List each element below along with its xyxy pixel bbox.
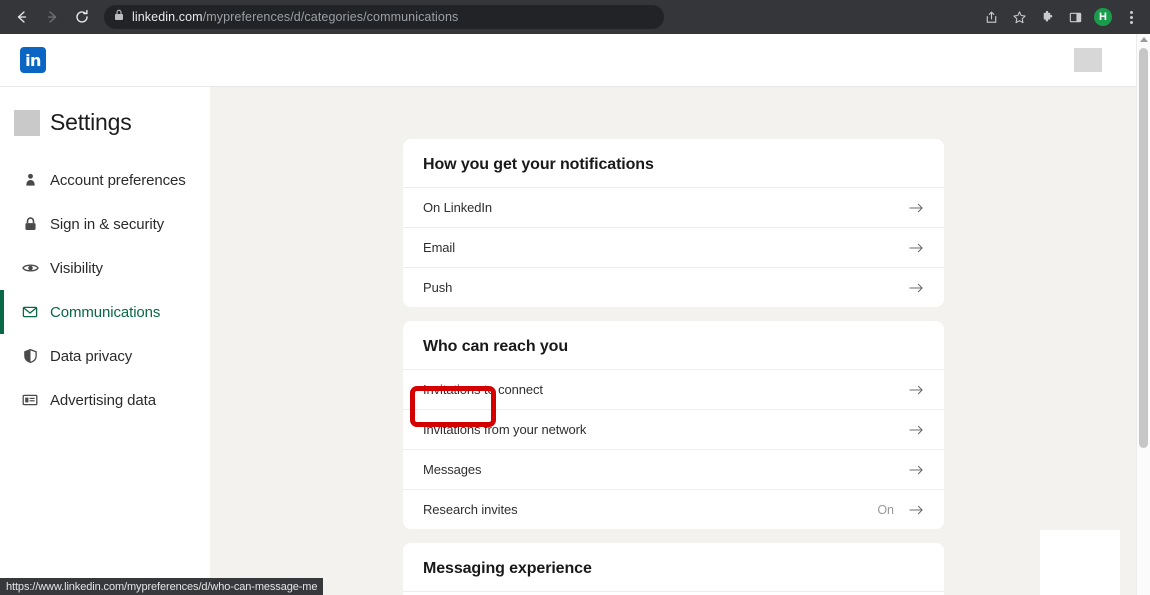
chevron-right-icon bbox=[908, 424, 924, 436]
url-path: /mypreferences/d/categories/communicatio… bbox=[202, 10, 459, 24]
settings-row-invitations-from-your-network[interactable]: Invitations from your network bbox=[403, 409, 944, 449]
settings-sidebar: Settings Account preferences Sign in & s… bbox=[0, 87, 210, 595]
browser-toolbar-actions: H bbox=[978, 0, 1144, 34]
sidebar-item-data-privacy[interactable]: Data privacy bbox=[0, 334, 210, 378]
page-scrollbar[interactable] bbox=[1136, 34, 1150, 595]
profile-avatar[interactable]: H bbox=[1090, 4, 1116, 30]
settings-nav-list: Account preferences Sign in & security V… bbox=[0, 158, 210, 422]
page-viewport: in Settings Account preferences Sign in … bbox=[0, 34, 1150, 595]
url-text: linkedin.com/mypreferences/d/categories/… bbox=[132, 10, 458, 24]
share-icon[interactable] bbox=[978, 4, 1004, 30]
sidebar-item-communications[interactable]: Communications bbox=[0, 290, 210, 334]
lock-icon bbox=[114, 8, 124, 26]
row-value: On bbox=[877, 502, 894, 517]
settings-row-research-invites[interactable]: Research invites On bbox=[403, 489, 944, 529]
chevron-right-icon bbox=[908, 242, 924, 254]
url-domain: linkedin.com bbox=[132, 10, 203, 24]
eye-icon bbox=[20, 260, 40, 276]
settings-row-push[interactable]: Push bbox=[403, 267, 944, 307]
row-label: Messages bbox=[423, 462, 482, 477]
back-button[interactable] bbox=[8, 3, 36, 31]
row-label: On LinkedIn bbox=[423, 200, 493, 215]
chevron-right-icon bbox=[908, 384, 924, 396]
reload-icon bbox=[76, 9, 88, 23]
sidebar-item-visibility[interactable]: Visibility bbox=[0, 246, 210, 290]
side-panel-icon[interactable] bbox=[1062, 4, 1088, 30]
status-bar-link-preview: https://www.linkedin.com/mypreferences/d… bbox=[0, 578, 324, 595]
settings-row-messages[interactable]: Messages bbox=[403, 449, 944, 489]
chevron-right-icon bbox=[908, 282, 924, 294]
linkedin-global-nav: in bbox=[0, 34, 1136, 87]
settings-header: Settings bbox=[0, 87, 210, 136]
forward-button[interactable] bbox=[38, 3, 66, 31]
sidebar-item-label: Communications bbox=[50, 303, 161, 321]
row-label: Email bbox=[423, 240, 456, 255]
row-label: Invitations to connect bbox=[423, 382, 543, 397]
person-icon bbox=[20, 172, 40, 188]
sidebar-item-label: Sign in & security bbox=[50, 215, 165, 233]
sidebar-item-label: Visibility bbox=[50, 259, 103, 277]
settings-cards-column: How you get your notifications On Linked… bbox=[403, 139, 944, 595]
sidebar-item-label: Data privacy bbox=[50, 347, 133, 365]
settings-avatar-placeholder bbox=[14, 109, 40, 136]
list-card-icon bbox=[20, 392, 40, 408]
chevron-right-icon bbox=[908, 504, 924, 516]
avatar: H bbox=[1094, 8, 1112, 26]
linkedin-logo[interactable]: in bbox=[20, 47, 46, 73]
card-title: Messaging experience bbox=[423, 560, 592, 577]
bookmark-star-icon[interactable] bbox=[1006, 4, 1032, 30]
side-widget-card bbox=[1040, 530, 1120, 595]
scroll-up-arrow-icon[interactable] bbox=[1140, 37, 1148, 42]
card-title: How you get your notifications bbox=[423, 156, 654, 173]
settings-row-on-linkedin[interactable]: On LinkedIn bbox=[403, 187, 944, 227]
settings-row-read-receipts-typing-indicators[interactable]: Read receipts and typing indicators bbox=[403, 591, 944, 595]
nav-placeholder-box bbox=[1074, 48, 1102, 72]
shield-icon bbox=[20, 348, 40, 364]
card-title: Who can reach you bbox=[423, 338, 568, 355]
row-label: Invitations from your network bbox=[423, 422, 587, 437]
chevron-right-icon bbox=[908, 464, 924, 476]
card-messaging-experience: Messaging experience Read receipts and t… bbox=[403, 543, 944, 595]
settings-main-content: How you get your notifications On Linked… bbox=[210, 87, 1136, 595]
row-label: Research invites bbox=[423, 502, 518, 517]
card-how-you-get-notifications: How you get your notifications On Linked… bbox=[403, 139, 944, 307]
address-bar[interactable]: linkedin.com/mypreferences/d/categories/… bbox=[104, 5, 664, 29]
reload-button[interactable] bbox=[68, 3, 96, 31]
sidebar-item-label: Advertising data bbox=[50, 391, 156, 409]
sidebar-item-label: Account preferences bbox=[50, 171, 186, 189]
sidebar-item-advertising-data[interactable]: Advertising data bbox=[0, 378, 210, 422]
row-label: Push bbox=[423, 280, 453, 295]
lock-icon bbox=[20, 216, 40, 232]
settings-row-email[interactable]: Email bbox=[403, 227, 944, 267]
three-dot-menu-icon[interactable] bbox=[1118, 4, 1144, 30]
sidebar-item-sign-in-security[interactable]: Sign in & security bbox=[0, 202, 210, 246]
chevron-right-icon bbox=[908, 202, 924, 214]
envelope-icon bbox=[20, 304, 40, 320]
card-who-can-reach-you: Who can reach you Invitations to connect… bbox=[403, 321, 944, 529]
settings-row-invitations-to-connect[interactable]: Invitations to connect bbox=[403, 369, 944, 409]
scrollbar-thumb[interactable] bbox=[1139, 48, 1148, 448]
sidebar-item-account-preferences[interactable]: Account preferences bbox=[0, 158, 210, 202]
page-title: Settings bbox=[50, 109, 132, 135]
forward-arrow-icon bbox=[47, 11, 57, 23]
back-arrow-icon bbox=[17, 11, 27, 23]
navigation-buttons bbox=[0, 3, 96, 31]
browser-toolbar: linkedin.com/mypreferences/d/categories/… bbox=[0, 0, 1150, 34]
extensions-puzzle-icon[interactable] bbox=[1034, 4, 1060, 30]
